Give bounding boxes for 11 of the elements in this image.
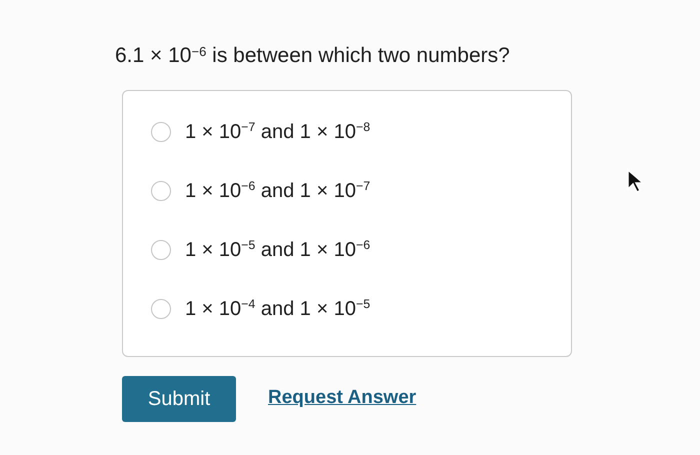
option-label: 1 × 10$^{−7}$ and 1 × 10$^{−8}$ <box>185 119 370 144</box>
submit-button[interactable]: Submit <box>122 376 236 422</box>
radio-button[interactable] <box>151 240 171 260</box>
request-answer-link[interactable]: Request Answer <box>268 384 416 413</box>
option-label: 1 × 10$^{−6}$ and 1 × 10$^{−7}$ <box>185 178 370 204</box>
radio-button[interactable] <box>151 298 171 318</box>
question-text: 6.1 × 10$^{−6}$ is between which two numbers? <box>115 42 511 69</box>
radio-button[interactable] <box>151 180 171 200</box>
option-label: 1 × 10$^{−4}$ and 1 × 10$^{−5}$ <box>185 296 370 322</box>
radio-button[interactable] <box>151 122 171 142</box>
option-label: 1 × 10$^{−5}$ and 1 × 10$^{−6}$ <box>185 237 370 262</box>
